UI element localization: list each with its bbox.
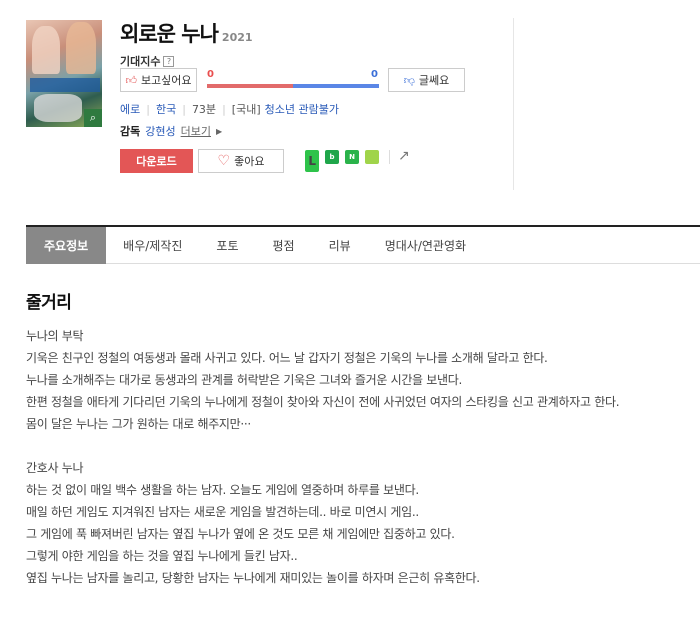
tab-main-info[interactable]: 주요정보 (26, 227, 107, 264)
poster-figure (66, 22, 96, 74)
divider: | (182, 102, 186, 116)
book-icon[interactable]: N (345, 150, 359, 164)
story-line: 그렇게 야한 게임을 하는 것을 옆집 누나에게 들킨 남자.. (26, 549, 298, 563)
director-name-link[interactable]: 강현성 (145, 123, 175, 139)
genre-link[interactable]: 에로 (120, 101, 140, 117)
tab-cast-crew[interactable]: 배우/제작진 (106, 227, 199, 264)
tab-review[interactable]: 리뷰 (312, 227, 368, 264)
title-row: 외로운 누나 2021 (120, 18, 253, 48)
not-sure-button[interactable]: 👎︎ 글쎄요 (388, 68, 465, 92)
story-line: 누나를 소개해주는 대가로 동생과의 관계를 허락받은 기욱은 그녀와 즐거운 … (26, 373, 463, 387)
movie-year: 2021 (221, 31, 253, 44)
tab-bar: 주요정보 배우/제작진 포토 평점 리뷰 명대사/연관영화 (26, 225, 700, 264)
share-icons: L b N (305, 150, 379, 172)
want-to-see-button[interactable]: 👍︎ 보고싶어요 (120, 68, 197, 92)
story-line: 그 게임에 푹 빠져버린 남자는 옆집 누나가 옆에 온 것도 모른 채 게임에… (26, 527, 455, 541)
share-icon[interactable]: ↗ (398, 148, 410, 164)
story-line: 옆집 누나는 남자를 놀리고, 당황한 남자는 누나에게 재미있는 놀이를 하자… (26, 571, 480, 585)
tab-rating[interactable]: 평점 (256, 227, 312, 264)
memo-icon[interactable] (365, 150, 379, 164)
heart-icon: ♡ (217, 153, 231, 169)
country-link[interactable]: 한국 (156, 101, 176, 117)
tab-quotes-related[interactable]: 명대사/연관영화 (368, 227, 483, 264)
line-icon[interactable]: L (305, 150, 319, 172)
poster-banner (30, 78, 100, 92)
like-label: 좋아요 (234, 155, 265, 168)
poster-figure (32, 26, 60, 74)
help-icon[interactable]: ? (163, 55, 175, 67)
story-line: 하는 것 없이 매일 백수 생활을 하는 남자. 오늘도 게임에 열중하며 하루… (26, 483, 419, 497)
thumb-up-icon: 👍︎ (125, 73, 137, 87)
download-button[interactable]: 다운로드 (120, 149, 193, 173)
tab-photo[interactable]: 포토 (199, 227, 255, 264)
want-count: 0 (207, 69, 214, 80)
divider (389, 150, 390, 164)
expect-label-text: 기대지수 (120, 55, 161, 68)
director-row: 감독 강현성 더보기 ▶ (120, 123, 222, 139)
director-label: 감독 (120, 125, 141, 138)
divider (513, 18, 514, 190)
no-count: 0 (371, 69, 378, 80)
story-line: 몸이 달은 누나는 그가 원하는 대로 해주지만··· (26, 417, 251, 431)
chevron-right-icon: ▶ (216, 126, 223, 136)
rating-link[interactable]: 청소년 관람불가 (265, 101, 339, 117)
poster-figure (34, 94, 82, 122)
want-to-see-label: 보고싶어요 (140, 74, 192, 87)
rating-prefix: [국내] (231, 103, 261, 116)
synopsis-section: 줄거리 누나의 부탁 기욱은 친구인 정철의 여동생과 몰래 사귀고 있다. 어… (26, 288, 686, 589)
story-line: 기욱은 친구인 정철의 여동생과 몰래 사귀고 있다. 어느 날 갑자기 정철은… (26, 351, 548, 365)
story-title: 간호사 누나 (26, 461, 84, 475)
divider: | (146, 102, 150, 116)
movie-meta: 에로 | 한국 | 73분 | [국내] 청소년 관람불가 (120, 101, 339, 117)
divider: | (222, 102, 226, 116)
movie-title: 외로운 누나 (120, 22, 219, 46)
expect-label: 기대지수 ? (120, 53, 175, 69)
not-sure-label: 글쎄요 (418, 74, 450, 87)
story-line: 매일 하던 게임도 지겨워진 남자는 새로운 게임을 발견하는데.. 바로 미연… (26, 505, 419, 519)
movie-poster[interactable]: ⌕ (26, 20, 102, 127)
like-button[interactable]: ♡ 좋아요 (198, 149, 284, 173)
synopsis-heading: 줄거리 (26, 293, 72, 313)
thumb-down-icon: 👎︎ (403, 73, 415, 87)
zoom-icon[interactable]: ⌕ (84, 109, 102, 127)
expect-gauge-want-fill (207, 84, 293, 88)
story-title: 누나의 부탁 (26, 329, 84, 343)
more-link[interactable]: 더보기 (181, 123, 211, 139)
expect-gauge (207, 84, 379, 88)
band-icon[interactable]: b (325, 150, 339, 164)
runtime: 73분 (191, 103, 217, 116)
story-line: 한편 정철을 애타게 기다리던 기욱의 누나에게 정철이 찾아와 자신이 전에 … (26, 395, 620, 409)
